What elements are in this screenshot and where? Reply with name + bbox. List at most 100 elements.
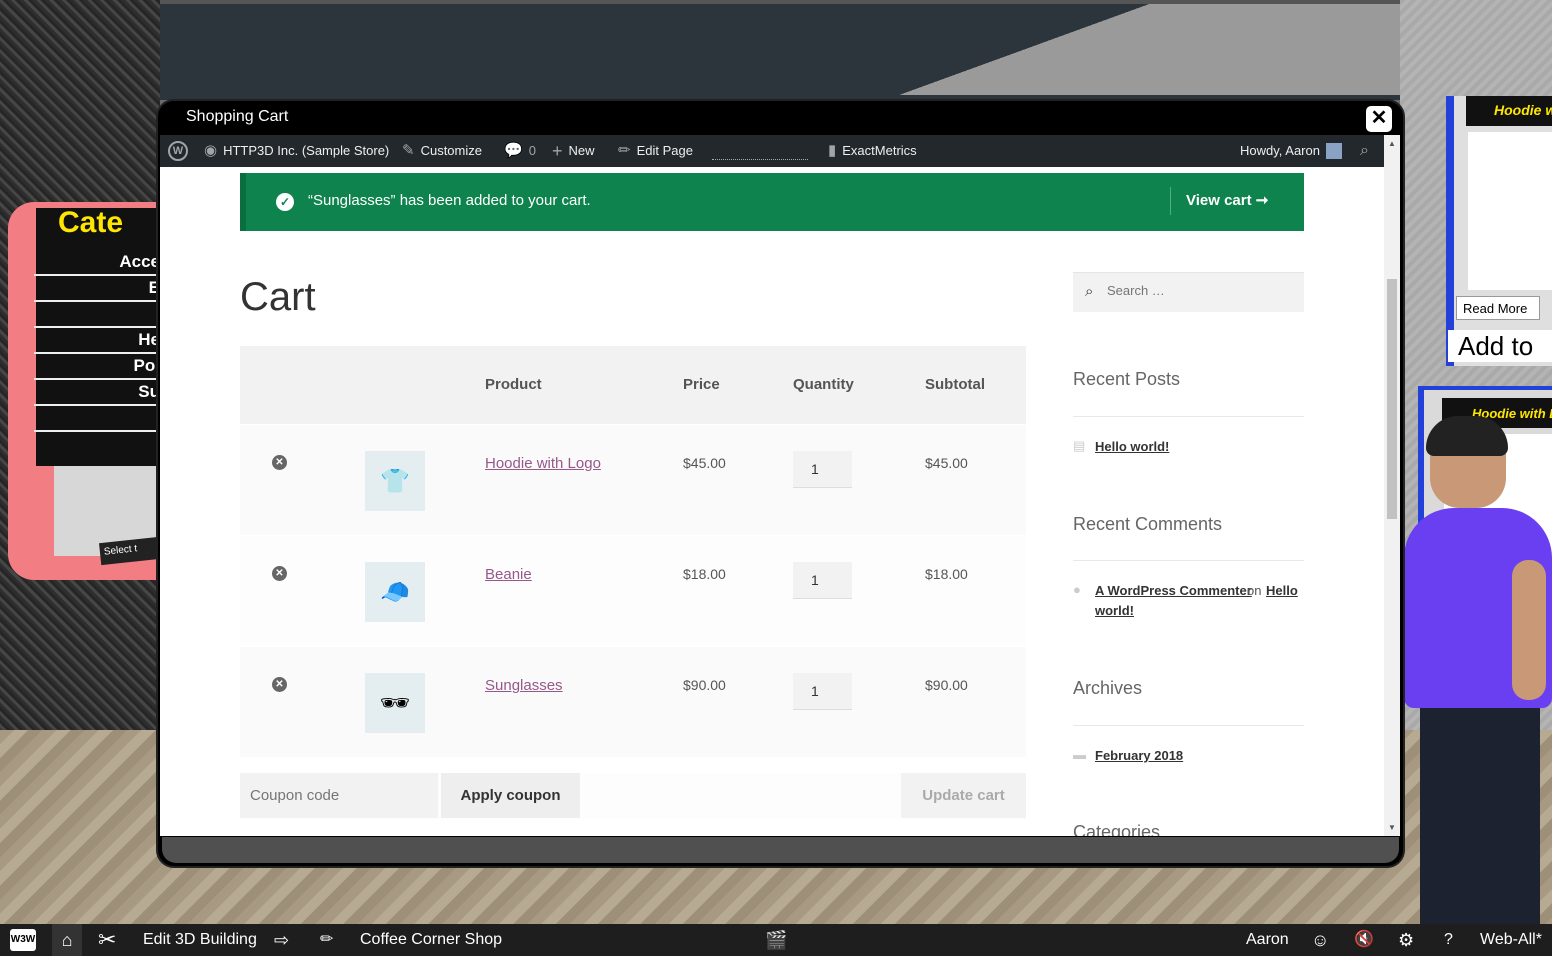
exactmetrics-menu[interactable]: ▮ ExactMetrics [828, 135, 917, 167]
customize-label: Customize [420, 143, 482, 158]
product-link[interactable]: Beanie [485, 566, 532, 583]
edit-page-link[interactable]: ✏ Edit Page [618, 135, 693, 167]
product-link[interactable]: Sunglasses [485, 677, 563, 694]
display-title: Hoodie w [1466, 96, 1552, 126]
gear-icon[interactable]: ⚙ [1398, 924, 1414, 956]
avatar [1325, 143, 1342, 159]
scroll-up-icon[interactable]: ▲ [1388, 139, 1396, 148]
kiosk-item[interactable]: I [34, 302, 160, 328]
kiosk-item[interactable]: Pol [34, 354, 160, 380]
read-more-button[interactable]: Read More [1456, 296, 1540, 320]
wp-logo-icon[interactable]: W [168, 135, 188, 167]
kiosk-title: Cate [58, 206, 124, 239]
sidebar-search[interactable]: ⌕ [1073, 272, 1304, 312]
bottom-taskbar: W3W ⌂ ✂ Edit 3D Building ⇨ ✏ Coffee Corn… [0, 924, 1552, 956]
remove-item-icon[interactable]: ✕ [272, 455, 287, 470]
vertical-scrollbar[interactable]: ▲ ▼ [1384, 135, 1400, 836]
new-label: New [568, 143, 595, 158]
recent-posts-title: Recent Posts [1073, 369, 1181, 389]
account-menu[interactable]: Howdy, Aaron [1240, 135, 1342, 167]
search-icon: ⌕ [1085, 283, 1094, 300]
update-cart-button[interactable]: Update cart [901, 773, 1026, 818]
comment-post-link[interactable]: Hello [1266, 583, 1298, 598]
remove-item-icon[interactable]: ✕ [272, 566, 287, 581]
archives-title: Archives [1073, 678, 1143, 698]
pencil-icon[interactable]: ✏ [320, 924, 333, 956]
search-icon[interactable]: ⌕ [1360, 135, 1369, 167]
plus-icon: + [552, 141, 563, 161]
site-name-menu[interactable]: ◉ HTTP3D Inc. (Sample Store) [204, 135, 389, 167]
apply-coupon-button[interactable]: Apply coupon [441, 773, 580, 818]
user-name[interactable]: Aaron [1246, 924, 1289, 956]
divider [1073, 560, 1304, 561]
page-title: Cart [240, 275, 316, 319]
shop-name-button[interactable]: Coffee Corner Shop [360, 924, 502, 956]
comments-link[interactable]: 💬 0 [504, 135, 536, 167]
comment-post-link-cont[interactable]: world! [1095, 603, 1134, 618]
recent-post-link[interactable]: Hello world! [1095, 439, 1169, 454]
new-content-menu[interactable]: + New [552, 135, 595, 167]
added-to-cart-notice: ✓ “Sunglasses” has been added to your ca… [240, 173, 1304, 231]
header-price: Price [683, 376, 720, 393]
user-icon[interactable]: ☺ [1311, 924, 1329, 956]
edit-building-button[interactable]: Edit 3D Building [143, 924, 257, 956]
view-cart-link[interactable]: View cart ➞ [1186, 191, 1268, 209]
home-icon[interactable]: ⌂ [52, 924, 82, 956]
scroll-thumb[interactable] [1387, 279, 1397, 519]
cart-table: Product Price Quantity Subtotal ✕ 👕 Hood… [240, 346, 1026, 757]
product-subtotal: $90.00 [925, 677, 968, 693]
remove-item-icon[interactable]: ✕ [272, 677, 287, 692]
comment-icon: 💬 [504, 142, 523, 159]
ceiling-edge [160, 0, 1552, 4]
comment-on-text: on [1247, 583, 1262, 598]
howdy-label: Howdy, Aaron [1240, 143, 1320, 158]
table-row: ✕ 🧢 Beanie $18.00 $18.00 [240, 535, 1026, 646]
kiosk-item[interactable]: Su [34, 380, 160, 406]
customize-link[interactable]: ✎ Customize [402, 135, 482, 167]
product-price: $90.00 [683, 677, 726, 693]
product-thumbnail[interactable]: 👕 [365, 451, 425, 511]
folder-icon: ▬ [1073, 747, 1086, 762]
pencil-icon: ✏ [618, 142, 631, 159]
recent-comments-title: Recent Comments [1073, 514, 1223, 534]
w3w-logo-icon[interactable]: W3W [10, 929, 36, 951]
product-subtotal: $45.00 [925, 455, 968, 471]
kiosk-item[interactable]: . [34, 406, 160, 432]
divider [1073, 725, 1304, 726]
help-icon[interactable]: ? [1444, 924, 1453, 956]
comment-icon: ● [1073, 582, 1081, 597]
close-icon[interactable]: ✕ [1366, 106, 1392, 132]
product-link[interactable]: Hoodie with Logo [485, 455, 601, 472]
kiosk-item[interactable]: Acce [34, 250, 160, 276]
product-thumbnail[interactable]: 🕶 [365, 673, 425, 733]
header-quantity: Quantity [793, 376, 854, 393]
dashboard-icon: ◉ [204, 142, 218, 159]
quantity-input[interactable] [793, 673, 852, 710]
hoodie-image [1468, 132, 1552, 290]
search-input[interactable] [1107, 283, 1287, 298]
web-all-button[interactable]: Web-All* [1480, 924, 1542, 956]
kiosk-item[interactable]: E [34, 276, 160, 302]
tools-icon[interactable]: ✂ [98, 924, 116, 956]
add-to-cart-button[interactable]: Add to [1448, 330, 1552, 362]
arrow-right-icon[interactable]: ⇨ [274, 924, 289, 956]
clapperboard-icon[interactable]: 🎬 [765, 924, 787, 956]
commenter-link[interactable]: A WordPress Commenter [1095, 583, 1252, 598]
quantity-input[interactable] [793, 451, 852, 488]
notice-divider [1170, 187, 1171, 215]
edit-page-label: Edit Page [636, 143, 693, 158]
product-price: $18.00 [683, 566, 726, 582]
product-thumbnail[interactable]: 🧢 [365, 562, 425, 622]
quantity-input[interactable] [793, 562, 852, 599]
archive-link[interactable]: February 2018 [1095, 748, 1183, 763]
product-display-hoodie[interactable]: Hoodie w Read More Add to [1446, 96, 1552, 366]
kiosk-category-list[interactable]: Acce E I He Pol Su . [34, 250, 160, 432]
kiosk-item[interactable]: He [34, 328, 160, 354]
coupon-code-input[interactable] [240, 773, 438, 818]
check-circle-icon: ✓ [276, 193, 294, 211]
cart-page: ✓ “Sunglasses” has been added to your ca… [160, 167, 1384, 836]
table-row: ✕ 👕 Hoodie with Logo $45.00 $45.00 [240, 424, 1026, 535]
scroll-down-icon[interactable]: ▼ [1388, 823, 1396, 832]
stats-sparkline [712, 146, 808, 160]
mute-icon[interactable]: 🔇 [1354, 924, 1374, 956]
